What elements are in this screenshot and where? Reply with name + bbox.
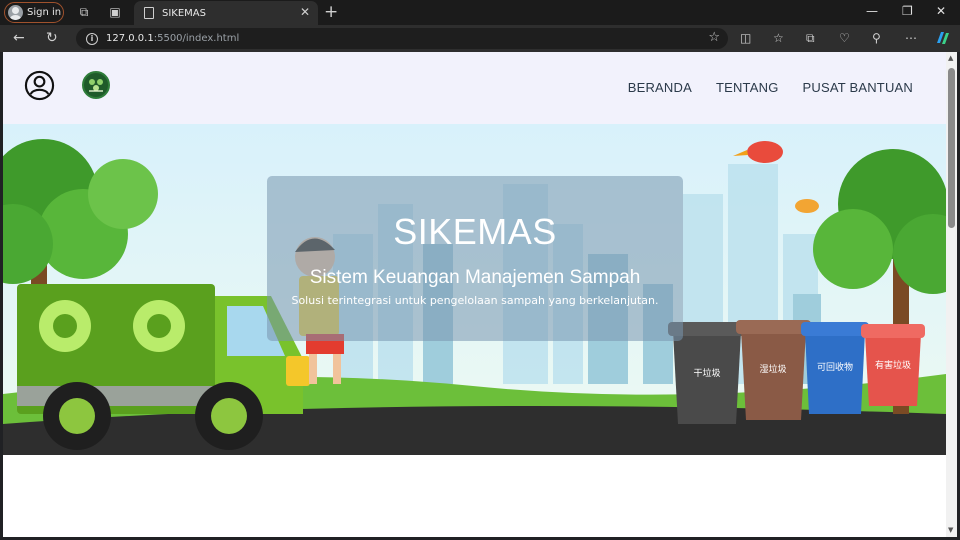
reload-icon[interactable]: ↻ [46, 30, 58, 46]
site-header: BERANDA TENTANG PUSAT BANTUAN [3, 52, 946, 124]
page-scrollbar[interactable]: ▲ ▼ [946, 52, 957, 537]
nav-beranda[interactable]: BERANDA [628, 80, 692, 95]
hero-overlay-card: SIKEMAS Sistem Keuangan Manajemen Sampah… [267, 176, 683, 341]
bin-label-hazardous: 有害垃圾 [875, 359, 911, 371]
signin-label: Sign in [27, 7, 62, 18]
hero-banner: 干垃圾 湿垃圾 可回收物 有害垃圾 SIKEMAS Sistem Keuanga… [3, 124, 946, 455]
url-host: 127.0.0.1 [106, 33, 154, 44]
split-screen-icon[interactable]: ◫ [740, 31, 751, 45]
browser-essentials-icon[interactable]: ♡ [839, 31, 850, 45]
page-viewport: BERANDA TENTANG PUSAT BANTUAN 干垃圾 湿垃圾 可回… [3, 52, 946, 537]
tab-sikemas[interactable]: SIKEMAS ✕ [134, 1, 318, 25]
user-account-icon[interactable] [24, 70, 55, 101]
browser-window: Sign in ⧉ ▣ SIKEMAS ✕ + — ❐ ✕ ← ↻ i 127.… [0, 0, 960, 540]
page-icon [144, 7, 154, 19]
scroll-up-icon[interactable]: ▲ [948, 54, 953, 62]
hero-title: SIKEMAS [393, 211, 557, 252]
hero-subtitle: Sistem Keuangan Manajemen Sampah [309, 267, 641, 288]
main-nav: BERANDA TENTANG PUSAT BANTUAN [628, 80, 913, 95]
favorites-icon[interactable]: ☆ [773, 31, 784, 45]
close-tab-icon[interactable]: ✕ [300, 5, 310, 19]
favorite-star-icon[interactable]: ☆ [708, 30, 720, 45]
bin-label-dry: 干垃圾 [693, 367, 720, 379]
restore-icon[interactable]: ❐ [902, 4, 913, 18]
more-options-icon[interactable]: ⋯ [905, 31, 917, 45]
hero-tagline: Solusi terintegrasi untuk pengelolaan sa… [291, 294, 659, 307]
copilot-icon[interactable] [934, 29, 952, 50]
nav-tentang[interactable]: TENTANG [716, 80, 779, 95]
collections-icon[interactable]: ⧉ [806, 31, 815, 45]
extensions-icon[interactable]: ⚲ [872, 31, 881, 45]
new-tab-icon[interactable]: + [324, 2, 338, 22]
tab-title: SIKEMAS [162, 7, 206, 19]
url-path: :5500/index.html [153, 33, 240, 44]
url-text[interactable]: 127.0.0.1:5500/index.html [106, 33, 239, 44]
close-window-icon[interactable]: ✕ [936, 4, 946, 18]
bin-label-wet: 湿垃圾 [759, 363, 786, 375]
recycle-leaf-logo-icon [89, 79, 103, 92]
back-icon[interactable]: ← [13, 30, 25, 46]
tab-actions-icon[interactable]: ▣ [108, 5, 122, 19]
address-bar[interactable]: i 127.0.0.1:5500/index.html ☆ [76, 28, 728, 49]
nav-pusat-bantuan[interactable]: PUSAT BANTUAN [803, 80, 913, 95]
signin-button[interactable]: Sign in [4, 2, 64, 23]
site-logo[interactable] [82, 71, 110, 99]
scroll-down-icon[interactable]: ▼ [948, 526, 953, 534]
workspaces-icon[interactable]: ⧉ [77, 5, 91, 19]
site-info-icon[interactable]: i [86, 32, 98, 45]
profile-avatar-icon [8, 5, 23, 20]
tab-strip: Sign in ⧉ ▣ SIKEMAS ✕ + — ❐ ✕ [0, 0, 960, 25]
address-toolbar: ← ↻ i 127.0.0.1:5500/index.html ☆ ◫ ☆ ⧉ … [0, 25, 960, 52]
scrollbar-thumb[interactable] [948, 68, 955, 228]
minimize-icon[interactable]: — [866, 4, 878, 18]
bin-label-recyclable: 可回收物 [817, 361, 853, 373]
